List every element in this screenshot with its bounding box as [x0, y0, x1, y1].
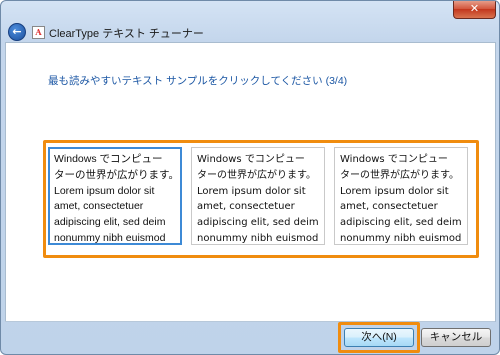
window-title: ClearType テキスト チューナー	[49, 28, 204, 40]
footer-divider	[5, 321, 495, 322]
sample-line: nonummy nibh euismod	[340, 232, 462, 244]
content-area: 最も読みやすいテキスト サンプルをクリックしてください (3/4) Window…	[5, 42, 496, 322]
sample-line: Windows でコンピュー	[54, 153, 163, 165]
instruction-text: 最も読みやすいテキスト サンプルをクリックしてください (3/4)	[48, 75, 348, 87]
cancel-button[interactable]: キャンセル	[421, 328, 491, 347]
sample-line: amet, consectetuer	[340, 201, 438, 213]
sample-line: nonummy nibh euismod	[54, 231, 166, 244]
app-icon: A	[32, 26, 45, 39]
sample-line: Lorem ipsum dolor sit	[54, 184, 155, 197]
sample-line: ターの世界が広がります。	[197, 169, 316, 181]
text-sample-1[interactable]: Windows でコンピュー ターの世界が広がります。 Lorem ipsum …	[48, 147, 182, 245]
sample-line: ターの世界が広がります。	[54, 168, 179, 181]
sample-line: Lorem ipsum dolor sit	[340, 185, 449, 197]
sample-line: adipiscing elit, sed deim	[197, 217, 319, 229]
sample-line: nonummy nibh euismod	[197, 232, 319, 244]
cleartype-tuner-window: ← A ClearType テキスト チューナー ✕ 最も読みやすいテキスト サ…	[0, 0, 500, 355]
sample-line: ターの世界が広がります。	[340, 169, 459, 181]
sample-line: Windows でコンピュー	[197, 154, 305, 165]
sample-line: amet, consectetuer	[54, 200, 144, 213]
title-bar: ← A ClearType テキスト チューナー ✕	[1, 1, 499, 43]
back-arrow-icon[interactable]: ←	[8, 23, 26, 41]
text-sample-2[interactable]: Windows でコンピュー ターの世界が広がります。 Lorem ipsum …	[191, 147, 325, 245]
sample-line: adipiscing elit, sed deim	[54, 216, 166, 229]
next-button[interactable]: 次へ(N)	[344, 328, 414, 347]
sample-line: Lorem ipsum dolor sit	[197, 185, 306, 197]
close-button[interactable]: ✕	[453, 1, 496, 19]
sample-line: adipiscing elit, sed deim	[340, 217, 462, 229]
text-sample-3[interactable]: Windows でコンピュー ターの世界が広がります。 Lorem ipsum …	[334, 147, 468, 245]
sample-line: Windows でコンピュー	[340, 154, 448, 165]
sample-line: amet, consectetuer	[197, 201, 295, 213]
